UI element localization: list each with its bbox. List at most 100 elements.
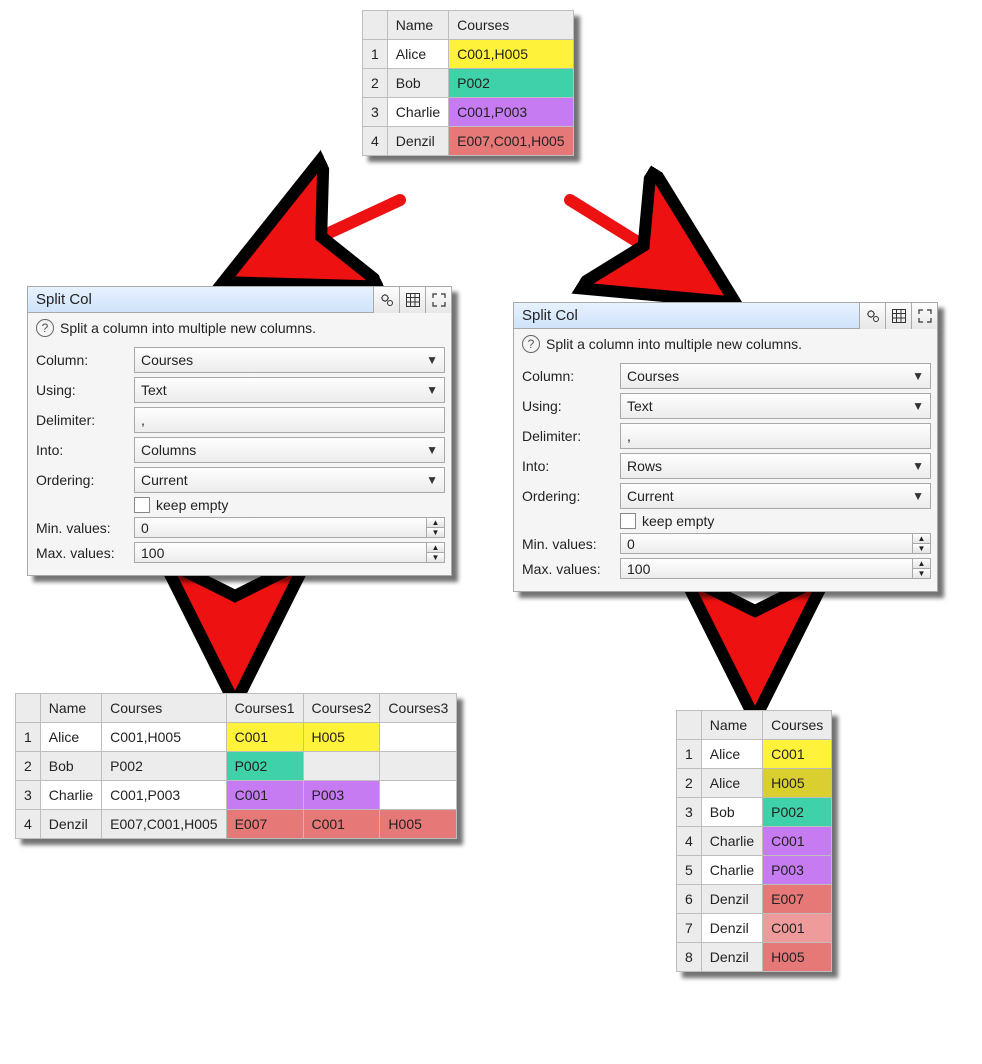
chevron-down-icon: ▼ — [427, 553, 444, 562]
grid-button[interactable] — [885, 303, 911, 329]
gears-icon — [865, 308, 881, 324]
max-values-input[interactable]: 100 — [134, 542, 427, 563]
max-values-spinner[interactable]: ▲▼ — [913, 558, 931, 579]
label-max: Max. values: — [34, 545, 134, 561]
col-header-name: Name — [387, 11, 448, 40]
chevron-down-icon: ▼ — [912, 399, 924, 413]
label-using: Using: — [34, 382, 134, 398]
help-icon[interactable]: ? — [522, 335, 540, 353]
col-header: Courses2 — [303, 694, 380, 723]
panel-titlebar: Split Col — [514, 303, 937, 329]
grid-icon — [406, 293, 420, 307]
delimiter-input[interactable]: , — [134, 407, 445, 433]
label-delimiter: Delimiter: — [520, 428, 620, 444]
chevron-up-icon: ▲ — [913, 559, 930, 569]
grid-icon — [892, 309, 906, 323]
expand-button[interactable] — [425, 287, 451, 313]
panel-help: ? Split a column into multiple new colum… — [514, 329, 937, 357]
min-values-spinner[interactable]: ▲▼ — [913, 533, 931, 554]
table-row: 7DenzilC001 — [677, 914, 832, 943]
ordering-select[interactable]: Current▼ — [620, 483, 931, 509]
chevron-up-icon: ▲ — [427, 543, 444, 553]
table-row: 3 Charlie C001,P003 C001 P003 — [16, 781, 457, 810]
expand-icon — [918, 309, 932, 323]
chevron-down-icon: ▼ — [427, 528, 444, 537]
table-row: 1 Alice C001,H005 C001 H005 — [16, 723, 457, 752]
col-header: Courses3 — [380, 694, 457, 723]
col-header: Name — [701, 711, 762, 740]
label-min: Min. values: — [520, 536, 620, 552]
chevron-down-icon: ▼ — [912, 369, 924, 383]
label-column: Column: — [34, 352, 134, 368]
label-ordering: Ordering: — [34, 472, 134, 488]
table-row: 1 Alice C001,H005 — [363, 40, 574, 69]
chevron-down-icon: ▼ — [913, 544, 930, 553]
col-header: Name — [40, 694, 101, 723]
chevron-down-icon: ▼ — [426, 383, 438, 397]
table-corner — [363, 11, 388, 40]
chevron-up-icon: ▲ — [427, 518, 444, 528]
delimiter-input[interactable]: , — [620, 423, 931, 449]
min-values-input[interactable]: 0 — [620, 533, 913, 554]
grid-button[interactable] — [399, 287, 425, 313]
chevron-down-icon: ▼ — [426, 353, 438, 367]
table-row: 2 Bob P002 — [363, 69, 574, 98]
chevron-down-icon: ▼ — [912, 459, 924, 473]
panel-title: Split Col — [514, 305, 859, 326]
table-row: 3BobP002 — [677, 798, 832, 827]
using-select[interactable]: Text▼ — [134, 377, 445, 403]
split-col-panel-columns: Split Col ? Split a column into multiple… — [27, 286, 452, 576]
table-row: 1AliceC001 — [677, 740, 832, 769]
column-select[interactable]: Courses▼ — [134, 347, 445, 373]
split-col-panel-rows: Split Col ? Split a column into multiple… — [513, 302, 938, 592]
using-select[interactable]: Text▼ — [620, 393, 931, 419]
settings-button[interactable] — [373, 287, 399, 313]
into-select[interactable]: Rows▼ — [620, 453, 931, 479]
keep-empty-checkbox[interactable] — [134, 497, 150, 513]
help-text: Split a column into multiple new columns… — [546, 336, 802, 352]
label-column: Column: — [520, 368, 620, 384]
col-header: Courses1 — [226, 694, 303, 723]
table-row: 8DenzilH005 — [677, 943, 832, 972]
label-into: Into: — [520, 458, 620, 474]
col-header: Courses — [102, 694, 226, 723]
label-max: Max. values: — [520, 561, 620, 577]
table-row: 4 Denzil E007,C001,H005 E007 C001 H005 — [16, 810, 457, 839]
into-select[interactable]: Columns▼ — [134, 437, 445, 463]
label-ordering: Ordering: — [520, 488, 620, 504]
result-table-rows: Name Courses 1AliceC001 2AliceH005 3BobP… — [676, 710, 832, 972]
table-row: 4 Denzil E007,C001,H005 — [363, 127, 574, 156]
column-select[interactable]: Courses▼ — [620, 363, 931, 389]
help-icon[interactable]: ? — [36, 319, 54, 337]
label-delimiter: Delimiter: — [34, 412, 134, 428]
keep-empty-label: keep empty — [156, 497, 228, 513]
table-row: 4CharlieC001 — [677, 827, 832, 856]
col-header: Courses — [763, 711, 832, 740]
expand-button[interactable] — [911, 303, 937, 329]
label-using: Using: — [520, 398, 620, 414]
expand-icon — [432, 293, 446, 307]
panel-help: ? Split a column into multiple new colum… — [28, 313, 451, 341]
max-values-input[interactable]: 100 — [620, 558, 913, 579]
help-text: Split a column into multiple new columns… — [60, 320, 316, 336]
source-table: Name Courses 1 Alice C001,H005 2 Bob P00… — [362, 10, 574, 156]
label-into: Into: — [34, 442, 134, 458]
table-row: 6DenzilE007 — [677, 885, 832, 914]
min-values-spinner[interactable]: ▲▼ — [427, 517, 445, 538]
col-header-courses: Courses — [449, 11, 573, 40]
table-row: 2 Bob P002 P002 — [16, 752, 457, 781]
chevron-down-icon: ▼ — [912, 489, 924, 503]
chevron-down-icon: ▼ — [426, 473, 438, 487]
panel-titlebar: Split Col — [28, 287, 451, 313]
chevron-up-icon: ▲ — [913, 534, 930, 544]
label-min: Min. values: — [34, 520, 134, 536]
keep-empty-label: keep empty — [642, 513, 714, 529]
gears-icon — [379, 292, 395, 308]
keep-empty-checkbox[interactable] — [620, 513, 636, 529]
table-row: 2AliceH005 — [677, 769, 832, 798]
panel-title: Split Col — [28, 289, 373, 310]
ordering-select[interactable]: Current▼ — [134, 467, 445, 493]
settings-button[interactable] — [859, 303, 885, 329]
max-values-spinner[interactable]: ▲▼ — [427, 542, 445, 563]
min-values-input[interactable]: 0 — [134, 517, 427, 538]
